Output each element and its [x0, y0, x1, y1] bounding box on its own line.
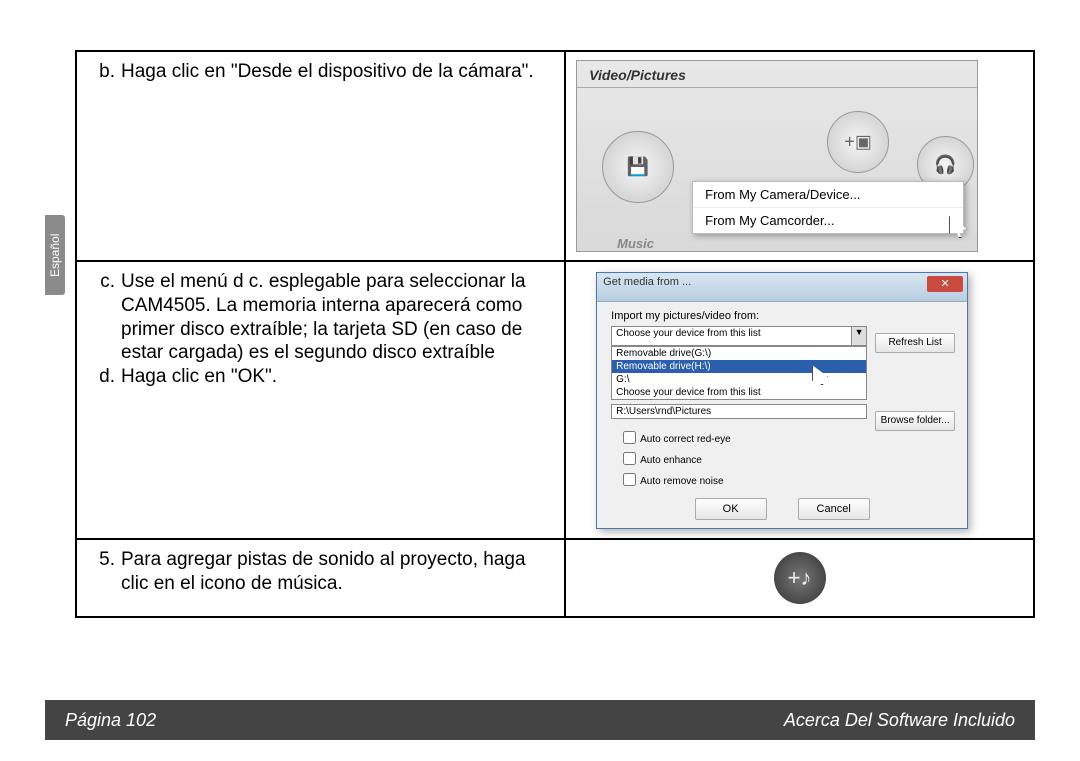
add-music-button[interactable]: +♪ [774, 552, 826, 604]
step-5-text: Para agregar pistas de sonido al proyect… [121, 548, 554, 596]
path-field[interactable]: R:\Users\rnd\Pictures [611, 404, 867, 419]
step-5-label: 5. [87, 548, 121, 596]
plus-media-icon: +▣ [844, 132, 872, 153]
screenshot-2-cell: Get media from ... ✕ Import my pictures/… [565, 261, 1034, 539]
screenshot-3-cell: +♪ [565, 539, 1034, 617]
headphones-icon: 🎧 [934, 154, 956, 175]
music-tab-label: Music [617, 236, 654, 251]
dialog-title-bar: Get media from ... ✕ [597, 273, 967, 302]
list-item[interactable]: Choose your device from this list [612, 386, 866, 399]
cancel-button[interactable]: Cancel [798, 498, 870, 520]
step-c-d-cell: c. Use el menú d c. esplegable para sele… [76, 261, 565, 539]
refresh-list-button[interactable]: Refresh List [875, 333, 955, 353]
menu-from-camcorder[interactable]: From My Camcorder... [693, 208, 963, 233]
video-pictures-tab: Video/Pictures [589, 67, 686, 83]
page-number: Página 102 [65, 710, 156, 731]
device-combo[interactable]: Choose your device from this list ▼ [611, 326, 867, 346]
combo-text: Choose your device from this list [616, 328, 761, 339]
instruction-table: b. Haga clic en "Desde el dispositivo de… [75, 50, 1035, 618]
video-pictures-screenshot: Video/Pictures 💾 +▣ 🎧 From My Camera/Dev… [576, 60, 978, 252]
list-item[interactable]: G:\ [612, 373, 866, 386]
import-label: Import my pictures/video from: [597, 302, 967, 324]
auto-noise-checkbox[interactable]: Auto remove noise [619, 469, 967, 490]
list-item-selected[interactable]: Removable drive(H:\) [612, 360, 866, 373]
plus-music-icon: +♪ [788, 565, 812, 591]
menu-from-camera-device[interactable]: From My Camera/Device... [693, 182, 963, 208]
save-icon: 💾 [627, 157, 649, 178]
chevron-down-icon: ▼ [851, 327, 866, 345]
page-content: b. Haga clic en "Desde el dispositivo de… [45, 50, 1045, 618]
auto-enhance-checkbox[interactable]: Auto enhance [619, 448, 967, 469]
add-media-button[interactable]: +▣ [827, 111, 889, 173]
step-c-text: Use el menú d c. esplegable para selecci… [121, 270, 554, 365]
browse-folder-button[interactable]: Browse folder... [875, 411, 955, 431]
step-d-text: Haga clic en "OK". [121, 365, 554, 389]
ok-button[interactable]: OK [695, 498, 767, 520]
device-listbox[interactable]: Removable drive(G:\) Removable drive(H:\… [611, 346, 867, 400]
step-5-cell: 5. Para agregar pistas de sonido al proy… [76, 539, 565, 617]
screenshot-1-cell: Video/Pictures 💾 +▣ 🎧 From My Camera/Dev… [565, 51, 1034, 261]
close-button[interactable]: ✕ [927, 276, 963, 292]
step-b-text: Haga clic en "Desde el dispositivo de la… [121, 60, 554, 84]
round-button-left[interactable]: 💾 [602, 131, 674, 203]
step-b-label: b. [87, 60, 121, 84]
import-menu: From My Camera/Device... From My Camcord… [692, 181, 964, 234]
step-b-cell: b. Haga clic en "Desde el dispositivo de… [76, 51, 565, 261]
page-footer: Página 102 Acerca Del Software Incluido [45, 700, 1035, 740]
get-media-dialog: Get media from ... ✕ Import my pictures/… [596, 272, 968, 529]
section-title: Acerca Del Software Incluido [784, 710, 1015, 731]
step-c-label: c. [87, 270, 121, 365]
list-item[interactable]: Removable drive(G:\) [612, 347, 866, 360]
step-d-label: d. [87, 365, 121, 389]
dialog-title: Get media from ... [603, 276, 691, 288]
